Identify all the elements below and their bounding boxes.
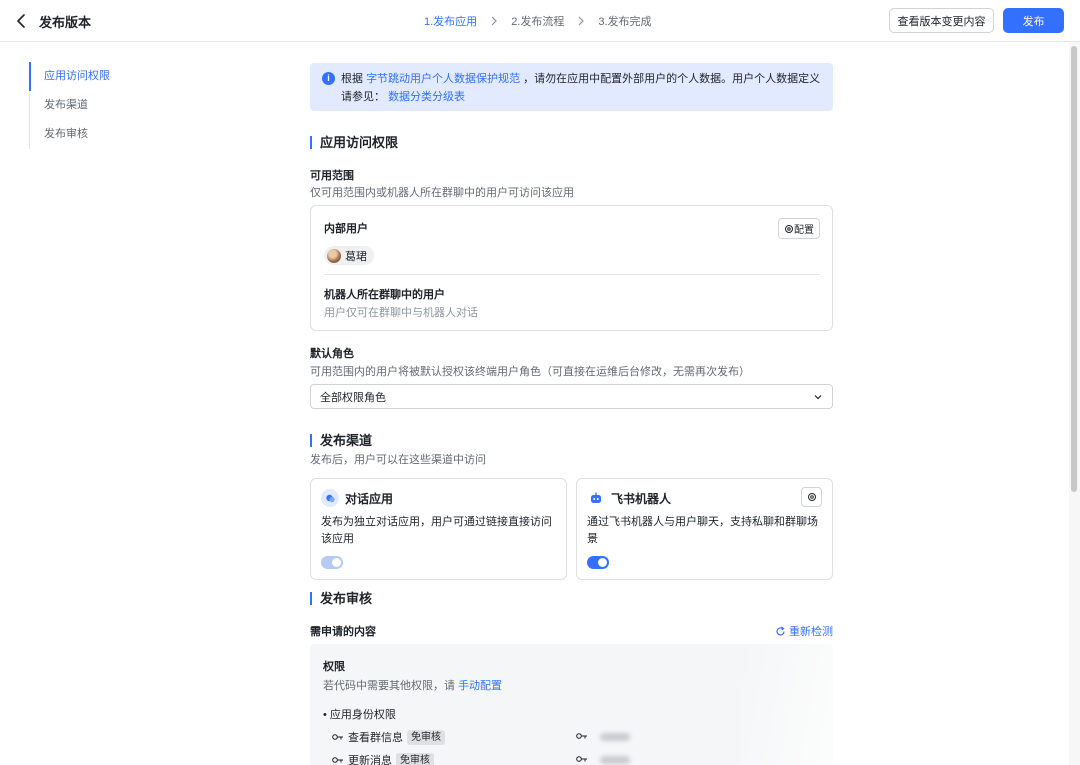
chevron-right-icon [576,16,586,26]
obscured-text [600,733,630,741]
back-arrow-icon[interactable] [14,11,30,31]
chat-app-title: 对话应用 [345,492,394,506]
top-header: 发布版本 1.发布应用 2.发布流程 3.发布完成 查看版本变更内容 发布 [0,0,1080,42]
step-publish-app: 1.发布应用 [424,16,478,28]
recheck-button[interactable]: 重新检测 [775,623,833,639]
page-title: 发布版本 [39,15,92,30]
permissions-title: 权限 [323,661,345,673]
gear-icon [807,493,816,501]
default-role-select[interactable]: 全部权限角色 [310,384,833,409]
avatar [327,248,341,263]
channels-desc: 发布后，用户可以在这些渠道中访问 [310,454,486,466]
default-role-label: 默认角色 [310,348,354,360]
bot-users-desc: 用户仅可在群聊中与机器人对话 [324,307,478,319]
divider [324,274,820,275]
robot-icon [587,489,605,507]
section-title-review: 发布审核 [310,592,372,605]
permissions-box: 权限 若代码中需要其他权限，请 手动配置 • 应用身份权限 查看群信息 免审核 … [310,644,833,765]
key-icon [332,733,344,741]
scrollbar-thumb[interactable] [1071,46,1077,492]
refresh-icon [776,626,785,635]
data-protection-notice: i 根据 字节跳动用户个人数据保护规范 ，请勿在应用中配置外部用户的个人数据。用… [310,63,833,111]
nav-item-access[interactable]: 应用访问权限 [29,62,149,91]
nav-item-channels[interactable]: 发布渠道 [29,91,149,120]
nav-item-review[interactable]: 发布审核 [29,120,149,149]
chat-app-desc: 发布为独立对话应用，用户可通过链接直接访问该应用 [321,516,552,545]
scrollbar[interactable] [1069,42,1080,765]
user-chip: 葛珺 [324,246,374,265]
step-publish-flow: 2.发布流程 [511,16,565,28]
bot-channel-desc: 通过飞书机器人与用户聊天，支持私聊和群聊场景 [587,516,818,545]
publish-button[interactable]: 发布 [1003,8,1064,33]
gear-icon [785,224,793,233]
app-identity-perms-label: • 应用身份权限 [323,709,396,721]
chevron-right-icon [489,16,499,26]
obscured-text [600,756,630,764]
permission-row: 更新消息 免审核 [332,752,434,765]
chevron-down-icon [814,394,822,399]
permissions-desc: 若代码中需要其他权限，请 手动配置 [323,680,503,692]
config-button[interactable]: 配置 [778,218,820,239]
required-content-label: 需申请的内容 [310,626,376,638]
key-icon [576,755,588,763]
view-changes-button[interactable]: 查看版本变更内容 [889,8,994,33]
scope-card: 内部用户 配置 葛珺 机器人所在群聊中的用户 用户仅可在群聊中与机器人对话 [310,205,833,331]
protection-policy-link[interactable]: 字节跳动用户个人数据保护规范 [366,73,520,85]
section-nav: 应用访问权限 发布渠道 发布审核 [29,62,149,149]
internal-users-title: 内部用户 [324,223,368,235]
bot-settings-button[interactable] [801,487,822,507]
scope-desc: 仅可用范围内或机器人所在群聊中的用户可访问该应用 [310,187,574,199]
channel-card-chat-app: 对话应用 发布为独立对话应用，用户可通过链接直接访问该应用 [310,478,567,580]
default-role-desc: 可用范围内的用户将被默认授权该终端用户角色（可直接在运维后台修改，无需再次发布） [310,366,750,378]
chat-app-toggle[interactable] [321,556,343,569]
bot-channel-toggle[interactable] [587,556,609,569]
data-classification-link[interactable]: 数据分类分级表 [388,91,465,103]
chat-app-icon [321,489,339,507]
section-title-channels: 发布渠道 [310,434,372,447]
bot-channel-title: 飞书机器人 [611,492,672,506]
scope-label: 可用范围 [310,170,354,182]
section-title-access: 应用访问权限 [310,136,398,149]
exempt-tag: 免审核 [396,752,434,765]
permission-row: 查看群信息 免审核 [332,729,445,745]
manual-config-link[interactable]: 手动配置 [458,680,502,692]
key-icon [576,732,588,740]
channel-card-bot: 飞书机器人 通过飞书机器人与用户聊天，支持私聊和群聊场景 [576,478,833,580]
info-icon: i [322,72,335,85]
step-publish-done: 3.发布完成 [598,16,652,28]
bot-users-title: 机器人所在群聊中的用户 [324,289,445,301]
exempt-tag: 免审核 [407,729,445,745]
key-icon [332,756,344,764]
stepper: 1.发布应用 2.发布流程 3.发布完成 [424,13,652,29]
